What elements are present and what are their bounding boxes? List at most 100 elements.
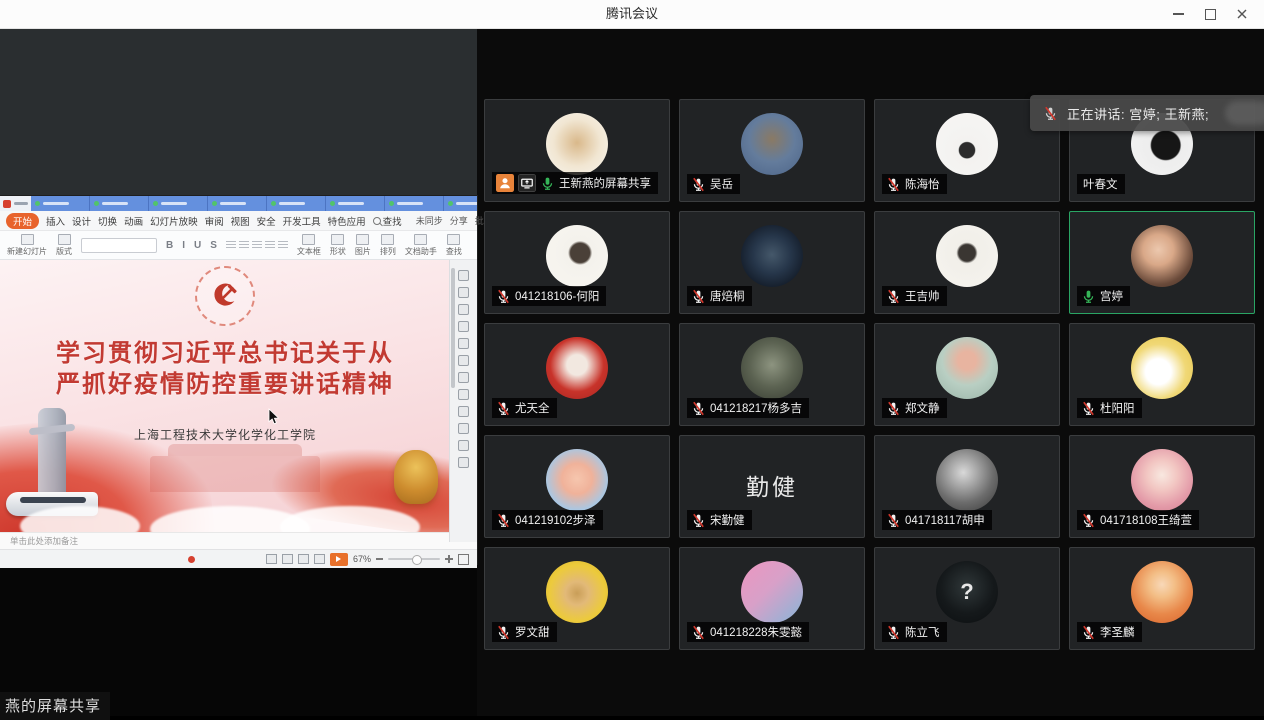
- ribbon-tab[interactable]: 开始: [6, 213, 39, 229]
- ribbon-tab[interactable]: 切换: [98, 214, 117, 228]
- side-tool-icon[interactable]: [458, 423, 469, 434]
- side-tool-icon[interactable]: [458, 321, 469, 332]
- zoom-in-button[interactable]: [445, 555, 453, 563]
- participant-tile[interactable]: ? 陈立飞: [874, 547, 1060, 650]
- wps-statusbar: 67%: [0, 549, 477, 568]
- ribbon-tab[interactable]: 设计: [72, 214, 91, 228]
- participant-tile[interactable]: 杜阳阳: [1069, 323, 1255, 426]
- ribbon-right-action[interactable]: 未同步: [416, 214, 443, 227]
- wps-home-tab[interactable]: [0, 196, 31, 211]
- slideshow-play-button[interactable]: [330, 553, 348, 566]
- scrollbar[interactable]: [451, 268, 455, 388]
- wps-document-tab[interactable]: [208, 196, 267, 211]
- view-normal-icon[interactable]: [266, 554, 277, 564]
- maximize-button[interactable]: [1194, 0, 1226, 28]
- participant-tile[interactable]: 吴岳: [679, 99, 865, 202]
- fullscreen-button[interactable]: [458, 554, 469, 565]
- slide-subtitle: 上海工程技术大学化学化工学院: [0, 426, 450, 443]
- ribbon-tab[interactable]: 审阅: [205, 214, 224, 228]
- zoom-slider-knob[interactable]: [412, 555, 422, 565]
- toolbar-item[interactable]: 文档助手: [405, 234, 437, 257]
- side-tool-icon[interactable]: [458, 338, 469, 349]
- wps-document-tab[interactable]: [149, 196, 208, 211]
- layout-button[interactable]: 版式: [56, 234, 72, 257]
- ribbon-tab[interactable]: 幻灯片放映: [150, 214, 198, 228]
- participant-tile[interactable]: 041218228朱雯懿: [679, 547, 865, 650]
- zoom-out-button[interactable]: [376, 558, 383, 560]
- hammer-sickle-icon: [208, 279, 242, 313]
- view-outline-icon[interactable]: [314, 554, 325, 564]
- participant-name: 杜阳阳: [1100, 400, 1135, 416]
- wps-document-tab[interactable]: [31, 196, 90, 211]
- shared-screen-panel: 开始插入设计切换动画幻灯片放映审阅视图安全开发工具特色应用查找未同步分享批注? …: [0, 28, 477, 716]
- side-tool-icon[interactable]: [458, 355, 469, 366]
- side-tool-icon[interactable]: [458, 440, 469, 451]
- format-s-button[interactable]: S: [210, 240, 217, 251]
- wps-doc-tabbar[interactable]: [0, 196, 477, 211]
- meeting-main: 开始插入设计切换动画幻灯片放映审阅视图安全开发工具特色应用查找未同步分享批注? …: [0, 28, 1264, 716]
- participant-label: 尤天全: [492, 398, 557, 418]
- paragraph-align-group[interactable]: [226, 241, 288, 249]
- participant-tile[interactable]: 041219102步泽: [484, 435, 670, 538]
- ribbon-tab[interactable]: 插入: [46, 214, 65, 228]
- toolbar-item[interactable]: 排列: [380, 234, 396, 257]
- participant-tile[interactable]: 王吉帅: [874, 211, 1060, 314]
- close-button[interactable]: [1226, 0, 1258, 28]
- format-b-button[interactable]: B: [166, 240, 173, 251]
- side-tool-icon[interactable]: [458, 372, 469, 383]
- wps-right-toolbar[interactable]: [449, 260, 477, 542]
- zoom-slider[interactable]: [388, 558, 440, 560]
- participant-label: 唐焙桐: [687, 286, 752, 306]
- participant-tile[interactable]: 宫婷: [1069, 211, 1255, 314]
- font-select[interactable]: [81, 238, 157, 253]
- participant-tile[interactable]: 唐焙桐: [679, 211, 865, 314]
- ribbon-right-action[interactable]: 分享: [450, 214, 468, 227]
- participant-tile[interactable]: 041218217杨多吉: [679, 323, 865, 426]
- wps-document-tab[interactable]: [267, 196, 326, 211]
- toolbar-item[interactable]: 查找: [446, 234, 462, 257]
- ribbon-tab[interactable]: 视图: [231, 214, 250, 228]
- side-tool-icon[interactable]: [458, 389, 469, 400]
- participant-tile[interactable]: 041218106-何阳: [484, 211, 670, 314]
- toolbar-item[interactable]: 形状: [330, 234, 346, 257]
- participant-tile[interactable]: 勤健 宋勤健: [679, 435, 865, 538]
- wps-document-tabs[interactable]: [31, 196, 477, 211]
- wps-document-tab[interactable]: [90, 196, 149, 211]
- find-button[interactable]: 查找: [373, 214, 402, 228]
- toolbar-item[interactable]: 图片: [355, 234, 371, 257]
- participant-tile[interactable]: 李圣麟: [1069, 547, 1255, 650]
- avatar: [741, 561, 803, 623]
- participant-label: 杜阳阳: [1077, 398, 1142, 418]
- participant-tile[interactable]: 041718117胡申: [874, 435, 1060, 538]
- wps-document-tab[interactable]: [326, 196, 385, 211]
- ribbon-tab[interactable]: 安全: [257, 214, 276, 228]
- wps-document-tab[interactable]: [444, 196, 477, 211]
- participant-tile[interactable]: 041718108王绮萱: [1069, 435, 1255, 538]
- wps-document-tab[interactable]: [385, 196, 444, 211]
- participant-tile[interactable]: 郑文静: [874, 323, 1060, 426]
- new-slide-button[interactable]: 新建幻灯片: [7, 234, 47, 257]
- ribbon-tab[interactable]: 动画: [124, 214, 143, 228]
- ribbon-tab[interactable]: 开发工具: [283, 214, 321, 228]
- mic-muted-icon: [886, 513, 901, 528]
- side-tool-icon[interactable]: [458, 457, 469, 468]
- side-tool-icon[interactable]: [458, 287, 469, 298]
- mic-muted-icon: [691, 401, 706, 416]
- side-tool-icon[interactable]: [458, 406, 469, 417]
- participant-name: 宋勤健: [710, 512, 745, 528]
- view-sorter-icon[interactable]: [298, 554, 309, 564]
- side-tool-icon[interactable]: [458, 304, 469, 315]
- format-i-button[interactable]: I: [182, 240, 185, 251]
- toolbar-item[interactable]: 文本框: [297, 234, 321, 257]
- minimize-button[interactable]: [1162, 0, 1194, 28]
- format-u-button[interactable]: U: [194, 240, 201, 251]
- participant-tile[interactable]: 尤天全: [484, 323, 670, 426]
- participant-tile[interactable]: 罗文甜: [484, 547, 670, 650]
- participant-tile[interactable]: 王新燕的屏幕共享: [484, 99, 670, 202]
- notes-placeholder[interactable]: 单击此处添加备注: [0, 532, 477, 549]
- avatar: [741, 113, 803, 175]
- ribbon-tab[interactable]: 特色应用: [328, 214, 366, 228]
- view-grid-icon[interactable]: [282, 554, 293, 564]
- slide-canvas[interactable]: 学习贯彻习近平总书记关于从 严抓好疫情防控重要讲话精神 上海工程技术大学化学化工…: [0, 260, 450, 532]
- side-tool-icon[interactable]: [458, 270, 469, 281]
